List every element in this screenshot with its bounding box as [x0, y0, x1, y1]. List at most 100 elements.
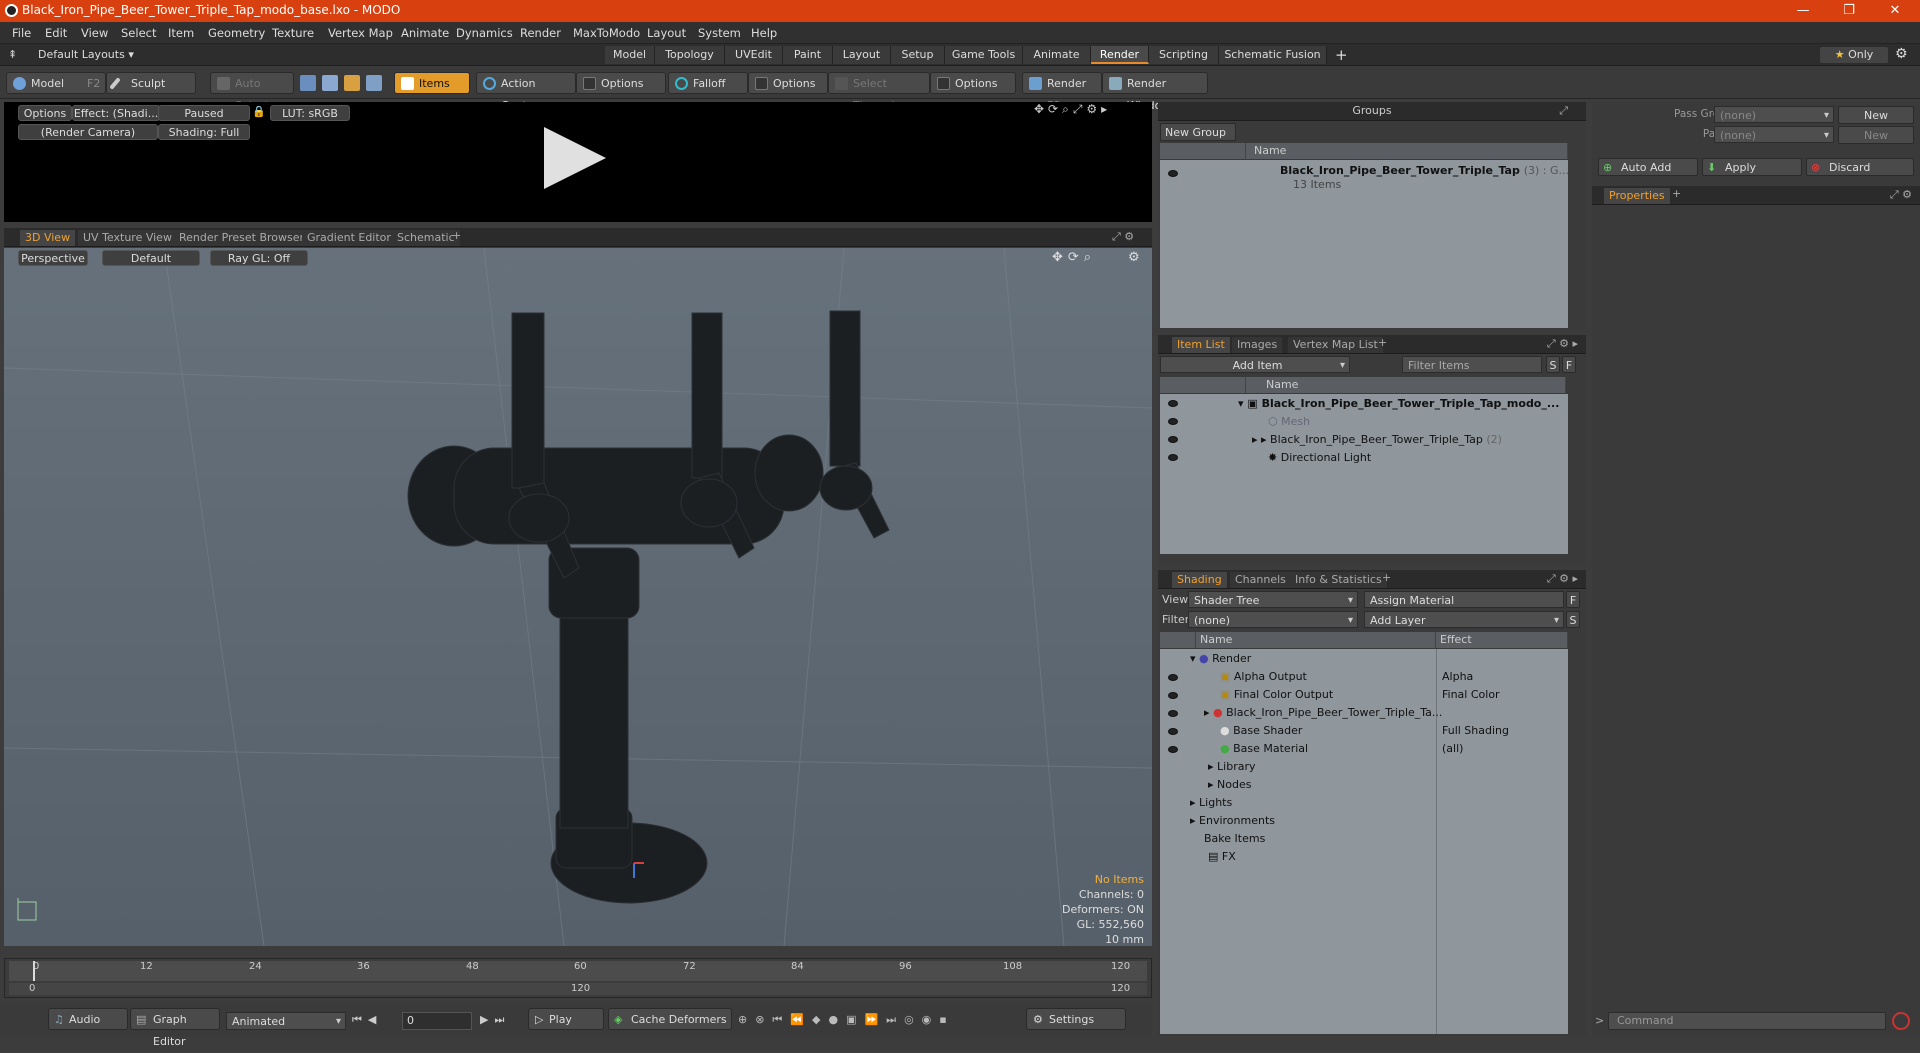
- add-viewport-tab-button[interactable]: +: [452, 229, 461, 242]
- settings-button[interactable]: ⚙ Settings: [1026, 1008, 1126, 1030]
- shading-f-button[interactable]: F: [1566, 591, 1580, 608]
- collapsed-arrow-icon[interactable]: ▸: [1190, 796, 1199, 809]
- tab-info-statistics[interactable]: Info & Statistics: [1290, 572, 1387, 588]
- preview-view-controls[interactable]: ✥⟳⌕⤢⚙▸: [1034, 102, 1111, 117]
- passes-dropdown[interactable]: (none): [1714, 126, 1834, 144]
- gear-icon[interactable]: ⚙: [1895, 46, 1908, 62]
- 3d-viewport[interactable]: Perspective Default Ray GL: Off ✥⟳⌕ ⚙ No…: [4, 248, 1152, 946]
- tab-gradient-editor[interactable]: Gradient Editor: [302, 230, 396, 246]
- raygl-dropdown[interactable]: Ray GL: Off: [210, 250, 308, 266]
- select-through-button[interactable]: Select Through: [828, 72, 930, 112]
- materials-mode-icon[interactable]: [366, 75, 382, 91]
- expand-icon[interactable]: ⤢ ⚙: [1112, 230, 1134, 244]
- filter-items-input[interactable]: Filter Items: [1402, 356, 1542, 373]
- auto-add-button[interactable]: ⊕ Auto Add: [1598, 158, 1698, 176]
- vertices-mode-icon[interactable]: [300, 75, 316, 91]
- eye-icon[interactable]: [1168, 418, 1178, 425]
- default-style-dropdown[interactable]: Default: [102, 250, 200, 266]
- expand-arrow-icon[interactable]: ▾ ▣: [1238, 397, 1262, 410]
- collapsed-arrow-icon[interactable]: ▸: [1204, 706, 1213, 719]
- expand-icon[interactable]: ⤢ ⚙ ▸: [1547, 572, 1578, 586]
- transport-forward-controls[interactable]: ▶⏭: [480, 1013, 510, 1027]
- menu-select[interactable]: Select: [121, 26, 156, 40]
- tab-vertex-map-list[interactable]: Vertex Map List: [1288, 337, 1383, 353]
- preview-lut-dropdown[interactable]: LUT: sRGB: [270, 105, 350, 121]
- tab-render[interactable]: Render: [1091, 46, 1149, 64]
- menu-texture[interactable]: Texture: [272, 26, 314, 40]
- assign-material-button[interactable]: Assign Material: [1364, 591, 1564, 608]
- apply-button[interactable]: ⬇ Apply: [1702, 158, 1802, 176]
- auto-select-button[interactable]: Auto Select: [210, 72, 294, 112]
- select-options-button[interactable]: Options: [930, 72, 1016, 94]
- cache-deformers-button[interactable]: ◈ Cache Deformers: [608, 1008, 732, 1030]
- shader-row[interactable]: ▣ Alpha Output: [1220, 668, 1307, 686]
- pass-groups-dropdown[interactable]: (none): [1714, 106, 1834, 124]
- tab-animate[interactable]: Animate: [1023, 46, 1091, 64]
- shader-tree-dropdown[interactable]: Shader Tree: [1188, 591, 1358, 609]
- tab-topology[interactable]: Topology: [655, 46, 725, 64]
- tab-paint[interactable]: Paint: [783, 46, 833, 64]
- menu-geometry[interactable]: Geometry: [208, 26, 265, 40]
- tab-uv-texture-view[interactable]: UV Texture View: [78, 230, 177, 246]
- discard-button[interactable]: ⊗ Discard: [1806, 158, 1914, 176]
- audio-button[interactable]: ♫ Audio: [48, 1008, 128, 1030]
- animated-dropdown[interactable]: Animated: [226, 1012, 346, 1030]
- timeline[interactable]: 0 12 24 36 48 60 72 84 96 108 120 0 120 …: [4, 958, 1152, 998]
- eye-icon[interactable]: [1168, 710, 1178, 717]
- tab-images[interactable]: Images: [1232, 337, 1283, 353]
- action-center-options-button[interactable]: Options: [576, 72, 666, 94]
- play-button[interactable]: ▷ Play: [528, 1008, 604, 1030]
- render-window-button[interactable]: Render Window: [1102, 72, 1208, 112]
- collapsed-arrow-icon[interactable]: ▸ ▸: [1252, 433, 1270, 446]
- preview-shading-dropdown[interactable]: Shading: Full: [158, 124, 250, 140]
- add-layer-dropdown[interactable]: Add Layer: [1364, 611, 1564, 629]
- shader-row[interactable]: Bake Items: [1204, 830, 1265, 848]
- viewport-gear-icon[interactable]: ⚙: [1128, 250, 1140, 265]
- menu-help[interactable]: Help: [751, 26, 777, 40]
- tab-shading[interactable]: Shading: [1172, 572, 1227, 588]
- command-stop-icon[interactable]: [1892, 1012, 1910, 1030]
- render-button[interactable]: Render F9: [1022, 72, 1102, 112]
- expand-icon[interactable]: ⤢ ⚙: [1890, 188, 1912, 202]
- frame-input[interactable]: 0: [402, 1012, 472, 1030]
- items-mode-button[interactable]: Items: [394, 72, 470, 94]
- menu-vertex-map[interactable]: Vertex Map: [328, 26, 393, 40]
- render-preview-panel[interactable]: Options Effect: (Shadi... Paused 🔒 LUT: …: [4, 102, 1152, 222]
- preview-paused-button[interactable]: Paused: [158, 105, 250, 121]
- tab-3d-view[interactable]: 3D View: [20, 230, 76, 246]
- tab-properties[interactable]: Properties: [1604, 188, 1670, 204]
- list-item[interactable]: ▸ ▸ Black_Iron_Pipe_Beer_Tower_Triple_Ta…: [1252, 431, 1502, 449]
- add-itemlist-tab-button[interactable]: +: [1378, 336, 1387, 349]
- close-button[interactable]: ✕: [1872, 0, 1918, 22]
- effect-dropdown[interactable]: (all): [1442, 740, 1463, 758]
- default-layouts-dropdown[interactable]: Default Layouts ▾: [38, 48, 134, 61]
- perspective-dropdown[interactable]: Perspective: [18, 250, 88, 266]
- sculpt-mode-button[interactable]: Sculpt: [106, 72, 196, 94]
- tab-render-preset-browser[interactable]: Render Preset Browser: [174, 230, 310, 246]
- polygons-mode-icon[interactable]: [344, 75, 360, 91]
- eye-icon[interactable]: [1168, 170, 1178, 177]
- groups-list[interactable]: [1160, 160, 1568, 328]
- restore-button[interactable]: ❐: [1826, 0, 1872, 22]
- shader-row[interactable]: ▤ FX: [1208, 848, 1236, 866]
- shader-filter-dropdown[interactable]: (none): [1188, 611, 1358, 629]
- layout-arrow-icon[interactable]: ⇞: [8, 48, 17, 61]
- shader-row[interactable]: ▸ Environments: [1190, 812, 1275, 830]
- shader-row[interactable]: ▸ ● Black_Iron_Pipe_Beer_Tower_Triple_Ta…: [1204, 704, 1442, 722]
- lock-icon[interactable]: 🔒: [252, 105, 266, 118]
- add-item-dropdown[interactable]: Add Item: [1160, 356, 1350, 374]
- preview-camera-dropdown[interactable]: (Render Camera): [18, 124, 158, 140]
- tab-schematic[interactable]: Schematic: [392, 230, 460, 246]
- command-input[interactable]: Command: [1608, 1012, 1886, 1030]
- itemlist-list[interactable]: [1160, 394, 1568, 554]
- preview-options-button[interactable]: Options: [18, 105, 72, 121]
- menu-maxtomodo[interactable]: MaxToModo: [573, 26, 640, 40]
- viewport-nav-controls[interactable]: ✥⟳⌕: [1052, 250, 1096, 265]
- shader-row[interactable]: ▸ Nodes: [1208, 776, 1251, 794]
- menu-edit[interactable]: Edit: [45, 26, 67, 40]
- add-shading-tab-button[interactable]: +: [1382, 571, 1391, 584]
- collapsed-arrow-icon[interactable]: ▸: [1190, 814, 1199, 827]
- tab-channels[interactable]: Channels: [1230, 572, 1291, 588]
- model-mode-button[interactable]: Model F2: [6, 72, 106, 94]
- list-item[interactable]: ▾ ▣ Black_Iron_Pipe_Beer_Tower_Triple_Ta…: [1238, 395, 1559, 413]
